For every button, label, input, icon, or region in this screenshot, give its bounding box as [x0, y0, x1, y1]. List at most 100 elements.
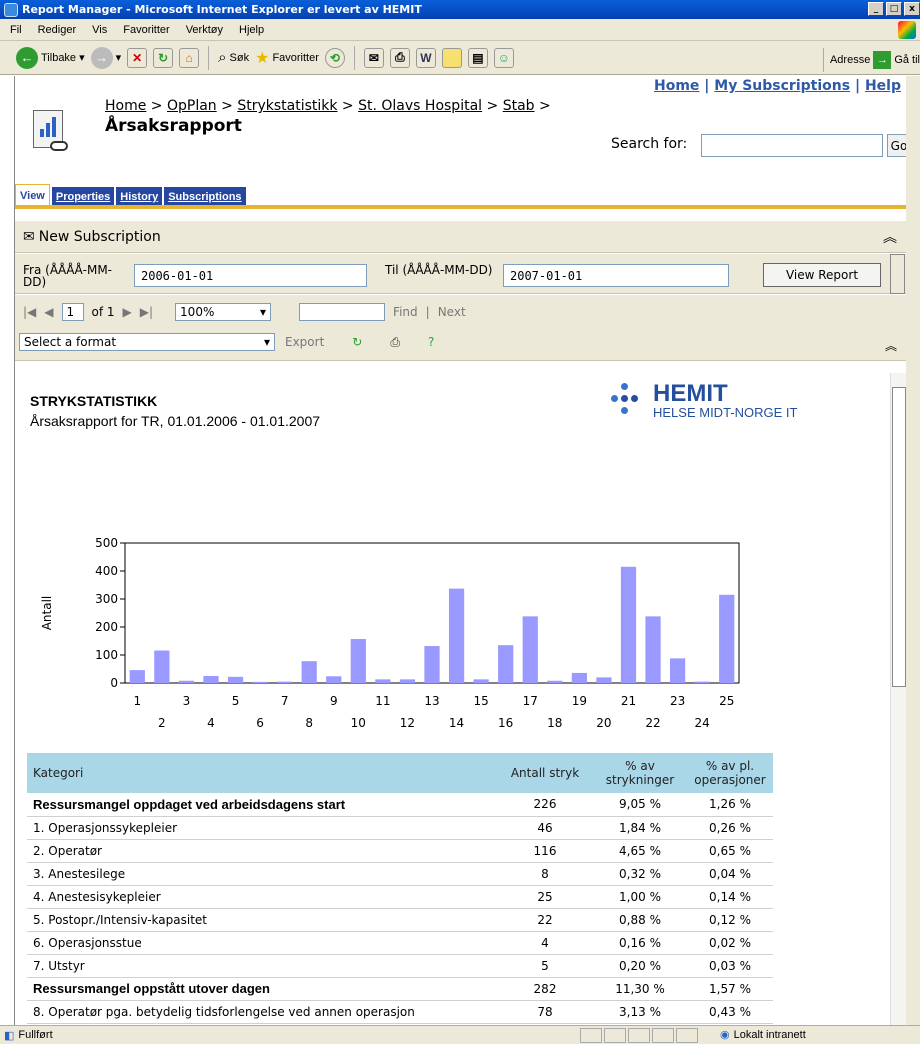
next-link[interactable]: Next [438, 305, 466, 319]
minimize-button[interactable]: _ [868, 2, 884, 16]
y-axis-label: Antall [40, 596, 54, 631]
maximize-button[interactable]: □ [886, 2, 902, 16]
history-icon[interactable]: ⟲ [324, 47, 345, 68]
x-tick-label: 14 [449, 716, 464, 730]
crumb-st-olavs[interactable]: St. Olavs Hospital [358, 98, 482, 114]
print-icon[interactable]: ⎙ [389, 47, 410, 68]
bar [596, 677, 612, 683]
x-tick-label: 20 [596, 716, 611, 730]
param-scrollbar[interactable] [890, 254, 905, 294]
menu-verktoy[interactable]: Verktøy [186, 24, 223, 36]
crumb-stab[interactable]: Stab [503, 98, 535, 114]
go-arrow-icon[interactable]: → [873, 51, 892, 69]
page-input[interactable]: 1 [61, 303, 84, 321]
report-toolbar: |◀ ◀ 1 of 1 ▶ ▶| 100% ▾ Find | Next Select… [15, 295, 906, 361]
to-date-input[interactable] [503, 264, 729, 287]
search-label: Search for: [611, 136, 688, 152]
crumb-strykstatistikk[interactable]: Strykstatistikk [237, 98, 337, 114]
help-link[interactable]: Help [865, 78, 901, 94]
table-cell: 0,12 % [687, 908, 773, 932]
find-link[interactable]: Find [393, 305, 418, 319]
ie-icon [4, 2, 18, 17]
parameter-bar: Fra (ÅÅÅÅ-MM-DD) Til (ÅÅÅÅ-MM-DD) View R… [15, 254, 906, 294]
menu-rediger[interactable]: Rediger [38, 24, 77, 36]
menu-hjelp[interactable]: Hjelp [239, 24, 264, 36]
close-button[interactable]: x [904, 2, 920, 16]
export-link[interactable]: Export [285, 335, 324, 349]
search-button[interactable]: ⌕ Søk [218, 49, 249, 66]
forward-button[interactable]: → ▾ [90, 46, 121, 69]
research-icon[interactable]: ▤ [467, 47, 488, 68]
table-cell: 0,14 % [687, 885, 773, 909]
table-cell: 46 [497, 816, 593, 840]
view-report-button[interactable]: View Report [763, 263, 881, 287]
tab-view[interactable]: View [15, 184, 50, 205]
favorites-button[interactable]: ★ Favoritter [255, 48, 319, 68]
print-report-icon[interactable]: ⎙ [390, 335, 400, 350]
table-header: Kategori Antall stryk% av strykninger% av… [27, 753, 773, 793]
group-row: Ressursmangel oppstått utover dagen 282 11… [27, 977, 773, 1001]
x-tick-label: 18 [547, 716, 562, 730]
back-arrow-icon: ← [16, 46, 38, 69]
go-label[interactable]: Gå til [894, 54, 920, 66]
tab-subscriptions[interactable]: Subscriptions [164, 187, 246, 205]
window-scrollbar[interactable] [906, 76, 920, 1025]
collapse-toolbar-icon[interactable]: ︽ [885, 337, 897, 354]
last-page-icon[interactable]: ▶| [140, 305, 153, 319]
find-input[interactable] [299, 303, 386, 321]
note-icon[interactable] [441, 47, 462, 68]
report-scrollbar[interactable] [890, 373, 906, 1025]
column-header: % av pl. operasjoner [687, 753, 773, 793]
menu-vis[interactable]: Vis [92, 24, 107, 36]
table-cell: 1. Operasjonssykepleier [27, 816, 497, 840]
y-tick-label: 200 [95, 620, 118, 634]
new-subscription-icon: ✉ [23, 228, 35, 245]
tab-properties[interactable]: Properties [51, 187, 115, 205]
tab-bar: View Properties History Subscriptions [15, 184, 906, 209]
crumb-home[interactable]: Home [105, 98, 146, 114]
table-cell: 0,32 % [593, 862, 687, 886]
window-title: Report Manager - Microsoft Internet Expl… [22, 3, 422, 16]
messenger-icon[interactable]: ☺ [493, 47, 514, 68]
format-select[interactable]: Select a format ▾ [19, 333, 275, 351]
new-subscription-link[interactable]: New Subscription [39, 229, 161, 245]
home-link[interactable]: Home [654, 78, 699, 94]
table-cell: 7. Utstyr [27, 954, 497, 978]
zoom-select[interactable]: 100% ▾ [175, 303, 272, 321]
bar [522, 616, 538, 683]
group-row: Ressursmangel oppdaget ved arbeidsdagens… [27, 793, 773, 817]
table-row: 2. Operatør 116 4,65 % 0,65 % [27, 839, 773, 863]
go-button[interactable]: Go [887, 134, 906, 157]
intranet-icon: ◉ [720, 1029, 730, 1041]
from-date-input[interactable] [134, 264, 367, 287]
back-button[interactable]: ← Tilbake ▾ [16, 46, 85, 69]
refresh-report-icon[interactable]: ↻ [352, 335, 362, 349]
from-label: Fra (ÅÅÅÅ-MM-DD) [23, 263, 113, 289]
table-cell: 282 [497, 977, 593, 1001]
menu-fil[interactable]: Fil [10, 24, 22, 36]
tab-history[interactable]: History [116, 187, 163, 205]
table-cell: 0,43 % [687, 1000, 773, 1024]
table-cell: 0,65 % [687, 839, 773, 863]
stop-icon[interactable]: ✕ [127, 47, 148, 68]
y-tick-label: 0 [110, 676, 118, 690]
collapse-icon[interactable]: ︽ [883, 227, 897, 247]
first-page-icon[interactable]: |◀ [23, 305, 36, 319]
home-icon[interactable]: ⌂ [179, 47, 200, 68]
scroll-thumb[interactable] [892, 387, 906, 687]
my-subscriptions-link[interactable]: My Subscriptions [714, 78, 850, 94]
crumb-opplan[interactable]: OpPlan [167, 98, 217, 114]
mail-icon[interactable]: ✉ [363, 47, 384, 68]
x-tick-label: 15 [473, 694, 488, 708]
prev-page-icon[interactable]: ◀ [44, 305, 53, 319]
help-icon[interactable]: ? [428, 335, 434, 349]
x-tick-label: 10 [351, 716, 366, 730]
next-page-icon[interactable]: ▶ [123, 305, 132, 319]
refresh-icon[interactable]: ↻ [153, 47, 174, 68]
x-tick-label: 25 [719, 694, 734, 708]
menu-favoritter[interactable]: Favoritter [123, 24, 169, 36]
word-icon[interactable]: W [415, 47, 436, 68]
data-table: Kategori Antall stryk% av strykninger% av… [27, 753, 773, 1025]
search-input[interactable] [701, 134, 883, 157]
link-icon [50, 141, 68, 151]
